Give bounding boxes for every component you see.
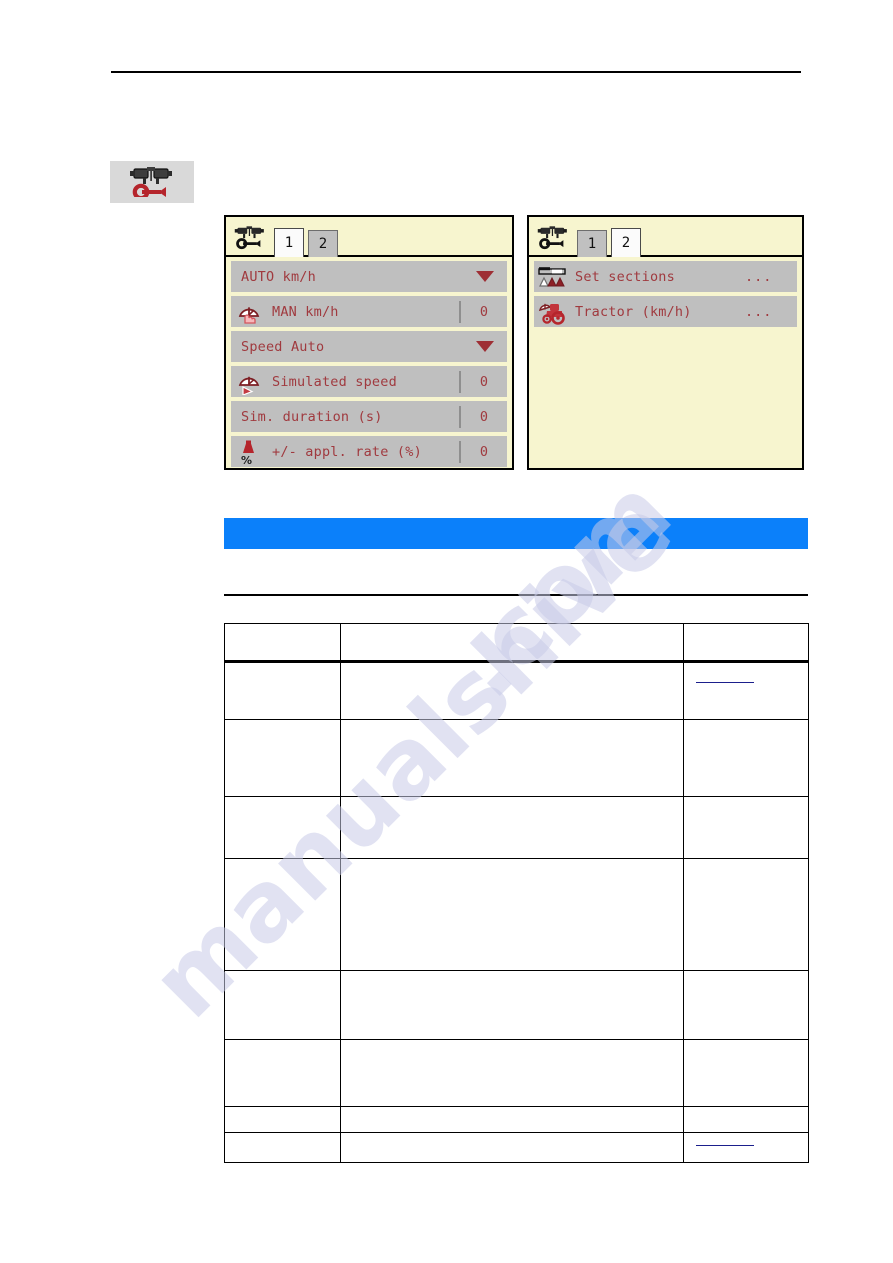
section-banner	[224, 518, 808, 549]
chevron-down-icon[interactable]	[476, 341, 494, 352]
row-label: AUTO km/h	[241, 268, 316, 285]
menu-icon-chip	[110, 161, 194, 203]
table-row	[224, 1039, 809, 1107]
table-cell	[224, 719, 341, 797]
table-cell	[224, 1132, 341, 1163]
tab-bar-2: 1 2	[529, 217, 802, 257]
row-value[interactable]: 0	[461, 444, 507, 460]
list-item-man-kmh[interactable]: MAN km/h 0	[231, 296, 507, 327]
row-dots: ...	[745, 303, 773, 320]
table-row	[224, 719, 809, 797]
list-item-sim-duration[interactable]: Sim. duration (s) 0	[231, 401, 507, 432]
screen-1-row-list: AUTO km/h MAN km/h 0 Speed Auto Simulate…	[226, 257, 512, 467]
table-cell	[224, 796, 341, 859]
sprayer-boom-wrench-icon	[533, 218, 573, 254]
list-item-tractor-kmh[interactable]: Tractor (km/h) ...	[534, 296, 797, 327]
sprayer-boom-wrench-icon	[230, 218, 270, 254]
table-row	[224, 661, 809, 720]
list-item-simulated-speed[interactable]: Simulated speed 0	[231, 366, 507, 397]
cross-reference-link[interactable]	[696, 1145, 754, 1146]
device-screen-panel-1: 1 2 AUTO km/h MAN km/h 0 Speed Auto Simu…	[224, 215, 514, 470]
cross-reference-link[interactable]	[696, 682, 754, 683]
speedometer-play-icon	[234, 367, 264, 396]
table-cell	[340, 1106, 684, 1133]
tractor-icon	[537, 297, 567, 326]
tab-1-label: 1	[587, 236, 597, 252]
table-cell	[224, 858, 341, 971]
table-cell	[340, 719, 684, 797]
table-cell	[683, 858, 809, 971]
tab-2-label: 2	[318, 236, 328, 252]
list-item-speed-auto[interactable]: Speed Auto	[231, 331, 507, 362]
table-cell	[683, 1106, 809, 1133]
table-cell	[224, 623, 341, 663]
tab-bar-1: 1 2	[226, 217, 512, 257]
boom-sections-icon	[537, 262, 567, 291]
table-cell	[224, 970, 341, 1040]
row-label: Simulated speed	[272, 373, 397, 390]
row-value[interactable]: 0	[461, 304, 507, 320]
tab-2-label: 2	[621, 235, 631, 251]
table-cell	[224, 661, 341, 720]
sprayer-boom-wrench-icon	[126, 163, 178, 202]
table-row	[224, 1106, 809, 1133]
list-item-auto-kmh[interactable]: AUTO km/h	[231, 261, 507, 292]
table-row	[224, 623, 809, 663]
table-cell-xref[interactable]	[683, 661, 809, 720]
screen-2-row-list: Set sections ... Tractor (km/h) ...	[529, 257, 802, 327]
list-item-appl-rate[interactable]: % +/- appl. rate (%) 0	[231, 436, 507, 467]
table-cell	[683, 719, 809, 797]
tab-2[interactable]: 2	[308, 230, 338, 257]
table-cell	[683, 623, 809, 663]
table-cell	[340, 858, 684, 971]
table-row	[224, 970, 809, 1040]
device-screen-panel-2: 1 2 Set sections ... Tractor (km/h) ...	[527, 215, 804, 470]
table-cell	[224, 1039, 341, 1107]
row-label: Speed Auto	[241, 338, 325, 355]
table-cell	[340, 661, 684, 720]
row-value[interactable]: 0	[461, 409, 507, 425]
table-row	[224, 796, 809, 859]
row-dots: ...	[745, 268, 773, 285]
row-label: MAN km/h	[272, 303, 339, 320]
table-body	[224, 623, 809, 1163]
row-label: Sim. duration (s)	[241, 408, 383, 425]
table-cell	[224, 1106, 341, 1133]
list-item-set-sections[interactable]: Set sections ...	[534, 261, 797, 292]
row-label: Set sections	[575, 268, 675, 285]
row-value[interactable]: 0	[461, 374, 507, 390]
table-cell	[683, 970, 809, 1040]
table-cell-xref[interactable]	[683, 1132, 809, 1163]
speedometer-hand-icon	[234, 297, 264, 326]
row-label: +/- appl. rate (%)	[272, 443, 422, 460]
table-cell	[340, 1039, 684, 1107]
table-row	[224, 1132, 809, 1163]
table-cell	[340, 796, 684, 859]
svg-text:%: %	[241, 454, 252, 465]
table-cell	[340, 623, 684, 663]
table-cell	[340, 970, 684, 1040]
table-row	[224, 858, 809, 971]
table-cell	[340, 1132, 684, 1163]
table-cell	[683, 796, 809, 859]
table-cell	[683, 1039, 809, 1107]
page-header-rule	[111, 71, 801, 73]
flask-percent-icon: %	[234, 437, 264, 466]
reference-table	[224, 623, 809, 1163]
tab-1[interactable]: 1	[577, 230, 607, 257]
chevron-down-icon[interactable]	[476, 271, 494, 282]
section-rule	[224, 594, 808, 596]
tab-1[interactable]: 1	[274, 228, 304, 257]
row-label: Tractor (km/h)	[575, 303, 692, 320]
tab-2[interactable]: 2	[611, 228, 641, 257]
tab-1-label: 1	[284, 235, 294, 251]
